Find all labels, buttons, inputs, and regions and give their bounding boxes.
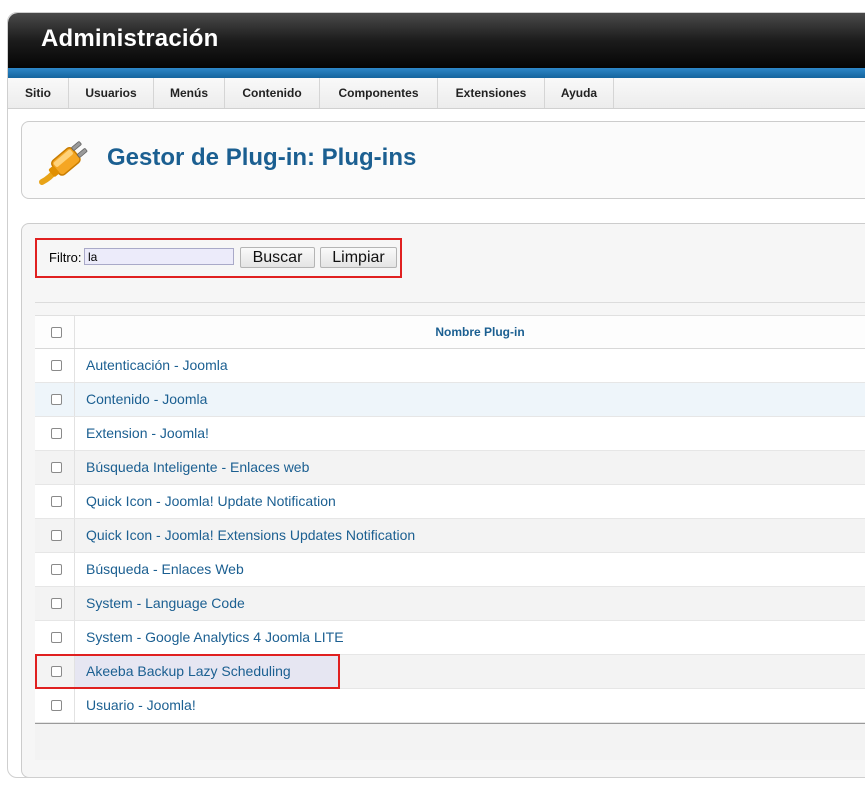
plugin-link[interactable]: System - Google Analytics 4 Joomla LITE xyxy=(86,621,344,654)
menu-item-menus[interactable]: Menús xyxy=(154,78,225,108)
table-row: Búsqueda Inteligente - Enlaces web xyxy=(35,451,865,485)
row-checkbox[interactable] xyxy=(51,598,62,609)
table-row-highlighted: Akeeba Backup Lazy Scheduling xyxy=(35,654,865,689)
table-row: Contenido - Joomla xyxy=(35,383,865,417)
admin-header: Administración xyxy=(8,13,865,68)
table-row: Quick Icon - Joomla! Update Notification xyxy=(35,485,865,519)
table-row: Quick Icon - Joomla! Extensions Updates … xyxy=(35,519,865,553)
admin-title: Administración xyxy=(41,25,219,52)
plugins-table: Nombre Plug-in Autenticación - Joomla Co… xyxy=(35,315,865,760)
row-checkbox[interactable] xyxy=(51,360,62,371)
table-footer xyxy=(35,723,865,760)
content-panel: Filtro: Buscar Limpiar Nombre Plug-in Au… xyxy=(21,223,865,777)
page-title-panel: Gestor de Plug-in: Plug-ins xyxy=(21,121,865,199)
row-checkbox[interactable] xyxy=(51,462,62,473)
table-row: Usuario - Joomla! xyxy=(35,689,865,723)
plugin-link[interactable]: Búsqueda - Enlaces Web xyxy=(86,553,244,586)
filter-label: Filtro: xyxy=(49,250,82,265)
plugin-link[interactable]: Quick Icon - Joomla! Extensions Updates … xyxy=(86,519,415,552)
main-menu: Sitio Usuarios Menús Contenido Component… xyxy=(8,78,865,109)
row-checkbox[interactable] xyxy=(51,530,62,541)
plugin-link[interactable]: Búsqueda Inteligente - Enlaces web xyxy=(86,451,309,484)
plugin-link[interactable]: Extension - Joomla! xyxy=(86,417,209,450)
header-check-cell xyxy=(35,316,75,348)
plugin-link[interactable]: Quick Icon - Joomla! Update Notification xyxy=(86,485,336,518)
admin-frame: Administración Sitio Usuarios Menús Cont… xyxy=(7,12,865,778)
plugin-link[interactable]: Contenido - Joomla xyxy=(86,383,207,416)
row-checkbox[interactable] xyxy=(51,496,62,507)
filter-input[interactable] xyxy=(84,248,234,265)
table-row: Extension - Joomla! xyxy=(35,417,865,451)
admin-page: Administración Sitio Usuarios Menús Cont… xyxy=(0,0,865,798)
filter-divider xyxy=(35,302,865,303)
row-checkbox[interactable] xyxy=(51,394,62,405)
table-header: Nombre Plug-in xyxy=(35,316,865,349)
row-checkbox[interactable] xyxy=(51,428,62,439)
menu-item-usuarios[interactable]: Usuarios xyxy=(69,78,154,108)
menu-item-sitio[interactable]: Sitio xyxy=(8,78,69,108)
header-accent-bar xyxy=(8,68,865,78)
row-checkbox[interactable] xyxy=(51,564,62,575)
plugin-link[interactable]: Akeeba Backup Lazy Scheduling xyxy=(86,655,291,688)
menu-item-ayuda[interactable]: Ayuda xyxy=(545,78,614,108)
search-button[interactable]: Buscar xyxy=(240,247,315,268)
plugin-link[interactable]: Autenticación - Joomla xyxy=(86,349,228,382)
table-row: System - Language Code xyxy=(35,587,865,621)
table-row: Autenticación - Joomla xyxy=(35,349,865,383)
plugin-link[interactable]: Usuario - Joomla! xyxy=(86,689,196,722)
page-title: Gestor de Plug-in: Plug-ins xyxy=(107,144,417,171)
table-row: System - Google Analytics 4 Joomla LITE xyxy=(35,621,865,655)
filter-bar: Filtro: Buscar Limpiar xyxy=(35,238,402,278)
table-row: Búsqueda - Enlaces Web xyxy=(35,553,865,587)
menu-item-extensiones[interactable]: Extensiones xyxy=(438,78,545,108)
row-checkbox[interactable] xyxy=(51,632,62,643)
plugin-plug-icon xyxy=(39,141,88,185)
row-checkbox[interactable] xyxy=(51,700,62,711)
clear-button[interactable]: Limpiar xyxy=(320,247,397,268)
select-all-checkbox[interactable] xyxy=(51,327,62,338)
menu-item-componentes[interactable]: Componentes xyxy=(320,78,438,108)
menu-item-contenido[interactable]: Contenido xyxy=(225,78,320,108)
plugin-link[interactable]: System - Language Code xyxy=(86,587,245,620)
row-checkbox[interactable] xyxy=(51,666,62,677)
column-header-name[interactable]: Nombre Plug-in xyxy=(75,316,865,348)
